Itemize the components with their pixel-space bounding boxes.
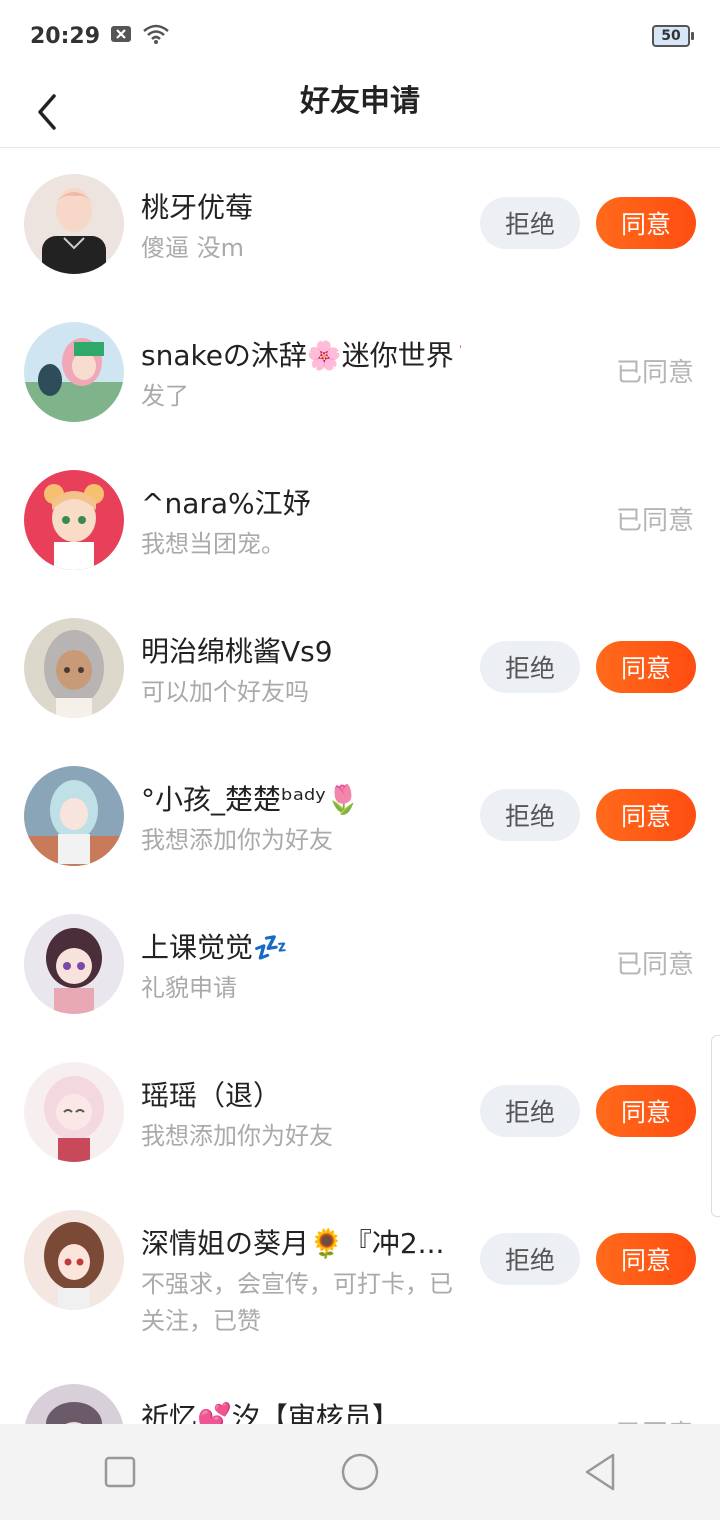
- avatar[interactable]: [24, 1062, 124, 1162]
- status-bar: 20:29 50: [0, 0, 720, 72]
- list-item[interactable]: snakeの沐辞🌸迷你世界🌹 发了 已同意: [0, 298, 720, 446]
- request-message: 我想当团宠。: [141, 530, 285, 558]
- accepted-status: 已同意: [615, 950, 694, 980]
- no-sim-icon: [110, 25, 132, 47]
- avatar[interactable]: [24, 174, 124, 274]
- reject-button[interactable]: 拒绝: [480, 641, 580, 693]
- request-message: 傻逼 没m: [141, 234, 245, 262]
- reject-button[interactable]: 拒绝: [480, 197, 580, 249]
- accepted-status: 已同意: [615, 506, 694, 536]
- request-message: 发了: [141, 382, 189, 410]
- page-title: 好友申请: [300, 84, 420, 119]
- request-name: 深情姐の葵月🌻『冲2...: [141, 1227, 445, 1260]
- system-nav-bar: [0, 1424, 720, 1520]
- accepted-status: 已同意: [615, 358, 694, 388]
- back-button[interactable]: [575, 1447, 625, 1497]
- request-name: 上课觉觉💤: [141, 931, 288, 964]
- avatar[interactable]: [24, 914, 124, 1014]
- request-name: 明治绵桃酱Vs9: [141, 635, 333, 668]
- home-button[interactable]: [335, 1447, 385, 1497]
- list-item[interactable]: °小孩_楚楚ᵇᵃᵈʸ🌷 我想添加你为好友 拒绝 同意: [0, 742, 720, 890]
- request-message: 我想添加你为好友: [141, 1122, 333, 1150]
- avatar[interactable]: [24, 322, 124, 422]
- battery-icon: 50: [652, 25, 694, 47]
- avatar[interactable]: [24, 470, 124, 570]
- request-name: 瑶瑶（退）: [141, 1079, 282, 1112]
- back-arrow-icon[interactable]: [30, 84, 70, 134]
- list-item[interactable]: 瑶瑶（退） 我想添加你为好友 拒绝 同意: [0, 1038, 720, 1186]
- list-item[interactable]: 上课觉觉💤 礼貌申请 已同意: [0, 890, 720, 1038]
- request-message: 不强求，会宣传，可打卡，已关注，已赞: [141, 1270, 453, 1335]
- nav-bar: 好友申请: [0, 72, 720, 148]
- request-name: °小孩_楚楚ᵇᵃᵈʸ🌷: [141, 783, 361, 816]
- request-name: snakeの沐辞🌸迷你世界🌹: [141, 339, 461, 372]
- request-message: 我想添加你为好友: [141, 826, 333, 854]
- list-item[interactable]: 桃牙优莓 傻逼 没m 拒绝 同意: [0, 150, 720, 298]
- accept-button[interactable]: 同意: [596, 1085, 696, 1137]
- friend-request-list: 桃牙优莓 傻逼 没m 拒绝 同意 snakeの沐辞🌸迷你世界🌹 发了 已同意 ^…: [0, 150, 720, 1508]
- list-item[interactable]: 深情姐の葵月🌻『冲2... 不强求，会宣传，可打卡，已关注，已赞 拒绝 同意: [0, 1186, 720, 1360]
- reject-button[interactable]: 拒绝: [480, 789, 580, 841]
- scrollbar[interactable]: [711, 1035, 720, 1217]
- reject-button[interactable]: 拒绝: [480, 1085, 580, 1137]
- clock: 20:29: [30, 23, 101, 49]
- recent-apps-button[interactable]: [95, 1447, 145, 1497]
- reject-button[interactable]: 拒绝: [480, 1233, 580, 1285]
- list-item[interactable]: ^nara%江妤 我想当团宠。 已同意: [0, 446, 720, 594]
- avatar[interactable]: [24, 618, 124, 718]
- request-message: 可以加个好友吗: [141, 678, 309, 706]
- accept-button[interactable]: 同意: [596, 641, 696, 693]
- accept-button[interactable]: 同意: [596, 789, 696, 841]
- accept-button[interactable]: 同意: [596, 1233, 696, 1285]
- accept-button[interactable]: 同意: [596, 197, 696, 249]
- avatar[interactable]: [24, 766, 124, 866]
- request-message: 礼貌申请: [141, 974, 237, 1002]
- request-name: ^nara%江妤: [141, 487, 311, 520]
- avatar[interactable]: [24, 1210, 124, 1310]
- request-name: 桃牙优莓: [141, 191, 254, 224]
- list-item[interactable]: 明治绵桃酱Vs9 可以加个好友吗 拒绝 同意: [0, 594, 720, 742]
- wifi-icon: [142, 23, 170, 49]
- status-left: 20:29: [30, 23, 170, 49]
